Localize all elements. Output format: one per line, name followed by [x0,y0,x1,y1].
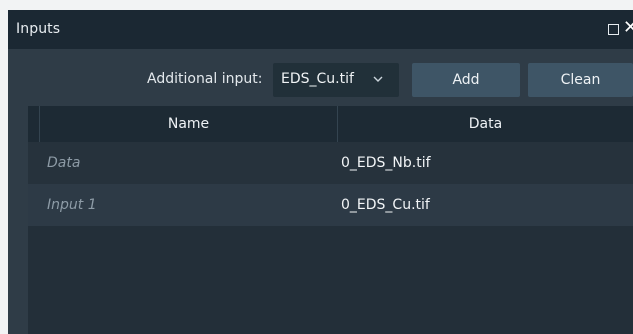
chevron-down-icon [373,76,383,82]
additional-input-select[interactable]: EDS_Cu.tif [273,63,399,97]
close-icon[interactable]: ✕ [623,17,633,39]
selected-input-value: EDS_Cu.tif [281,71,354,87]
row-data-cell: 0_EDS_Nb.tif [341,155,431,171]
table-row[interactable]: Input 1 0_EDS_Cu.tif [28,184,633,226]
panel-title: Inputs [16,21,61,37]
clean-button[interactable]: Clean [528,63,633,97]
restore-icon[interactable] [608,24,619,35]
table-row[interactable]: Data 0_EDS_Nb.tif [28,142,633,184]
add-button[interactable]: Add [412,63,520,97]
header-corner [28,106,40,142]
title-bar: Inputs ✕ [8,10,633,49]
column-header-name[interactable]: Name [40,106,338,142]
row-name-cell: Data [47,155,81,171]
row-name-cell: Input 1 [47,197,97,213]
inputs-panel: Inputs ✕ Additional input: EDS_Cu.tif Ad… [8,10,633,334]
table-header: Name Data [28,106,633,142]
column-header-data[interactable]: Data [338,106,633,142]
additional-input-label: Additional input: [147,71,263,87]
inputs-table: Name Data Data 0_EDS_Nb.tif Input 1 0_ED… [28,106,633,334]
row-data-cell: 0_EDS_Cu.tif [341,197,430,213]
